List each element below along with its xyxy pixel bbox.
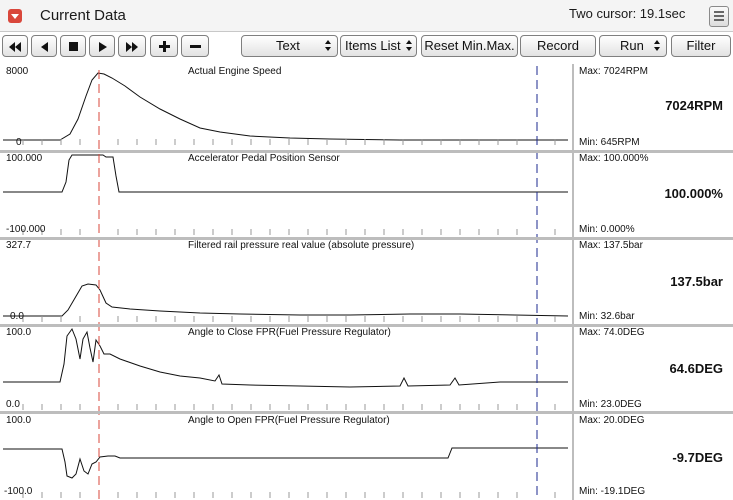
title-bar: Current Data Two cursor: 19.1sec — [0, 0, 733, 32]
max-value-label: Max: 100.000% — [579, 153, 649, 164]
min-value-label: Min: 645RPM — [579, 137, 640, 148]
stop-button[interactable] — [60, 35, 86, 57]
max-value-label: Max: 74.0DEG — [579, 327, 645, 338]
step-back-button[interactable] — [31, 35, 57, 57]
value-panel-divider — [572, 64, 574, 500]
y-axis-max-label: 327.7 — [6, 240, 32, 251]
y-axis-min-label: -100.0 — [4, 486, 33, 497]
min-value-label: Min: 0.000% — [579, 224, 635, 235]
min-value-label: Min: -19.1DEG — [579, 486, 646, 497]
fast-forward-button[interactable] — [118, 35, 146, 57]
text-dropdown-label: Text — [276, 38, 300, 53]
record-label: Record — [537, 38, 579, 53]
max-value-label: Max: 20.0DEG — [579, 415, 645, 426]
y-axis-max-label: 100.0 — [6, 327, 32, 338]
y-axis-min-label: 0.0 — [10, 311, 24, 322]
max-value-label: Max: 7024RPM — [579, 66, 648, 77]
items-list-dropdown[interactable]: Items List — [340, 35, 417, 57]
graph-divider — [0, 411, 733, 414]
zoom-in-button[interactable] — [150, 35, 178, 57]
graph-title: Angle to Close FPR(Fuel Pressure Regulat… — [188, 327, 391, 338]
minus-icon — [190, 45, 201, 48]
items-list-label: Items List — [345, 38, 401, 53]
y-axis-max-label: 8000 — [6, 66, 29, 77]
graph-title: Accelerator Pedal Position Sensor — [188, 153, 340, 164]
text-dropdown[interactable]: Text — [241, 35, 338, 57]
updown-icon — [654, 40, 660, 52]
menu-icon[interactable] — [709, 6, 729, 27]
graph-1-trace-group — [3, 72, 568, 141]
graph-3-trace-group — [3, 283, 569, 317]
current-data-window: Current Data Two cursor: 19.1sec Text It… — [0, 0, 733, 500]
y-axis-max-label: 100.000 — [6, 153, 43, 164]
min-value-label: Min: 32.6bar — [579, 311, 635, 322]
y-axis-min-label: 0.0 — [6, 399, 20, 410]
graph-title: Filtered rail pressure real value (absol… — [188, 240, 415, 251]
updown-icon — [325, 40, 331, 52]
x-axis-ticks — [22, 139, 556, 498]
y-axis-min-label: 0 — [16, 137, 22, 148]
filter-label: Filter — [686, 38, 716, 53]
play-button[interactable] — [89, 35, 115, 57]
updown-icon — [406, 40, 412, 52]
stop-icon — [69, 42, 78, 51]
current-value: 100.000% — [664, 186, 723, 201]
run-label: Run — [620, 38, 644, 53]
plus-icon — [159, 41, 170, 52]
run-dropdown[interactable]: Run — [599, 35, 667, 57]
current-value: 137.5bar — [670, 274, 723, 289]
toolbar: Text Items List Reset Min.Max. Record Ru… — [0, 32, 733, 62]
dropdown-icon[interactable] — [8, 9, 22, 23]
y-axis-max-label: 100.0 — [6, 415, 32, 426]
max-value-label: Max: 137.5bar — [579, 240, 643, 251]
play-icon — [99, 42, 107, 52]
min-value-label: Min: 23.0DEG — [579, 399, 642, 410]
rewind-icon — [9, 42, 21, 52]
rail-pressure-trace — [3, 283, 569, 317]
cursor-time-readout: Two cursor: 19.1sec — [569, 6, 686, 21]
current-value: 7024RPM — [665, 98, 723, 113]
fast-forward-icon — [126, 42, 138, 52]
graph-title: Angle to Open FPR(Fuel Pressure Regulato… — [188, 415, 390, 426]
step-back-icon — [41, 42, 48, 52]
record-button[interactable]: Record — [520, 35, 596, 57]
reset-min-max-label: Reset Min.Max. — [424, 38, 515, 53]
engine-speed-trace — [3, 72, 568, 141]
zoom-out-button[interactable] — [181, 35, 209, 57]
graph-area[interactable] — [0, 64, 733, 500]
y-axis-min-label: -100.000 — [6, 224, 46, 235]
rewind-button[interactable] — [2, 35, 28, 57]
window-title: Current Data — [40, 7, 126, 24]
reset-min-max-button[interactable]: Reset Min.Max. — [421, 35, 518, 57]
current-value: 64.6DEG — [669, 361, 723, 376]
current-value: -9.7DEG — [672, 450, 723, 465]
graph-5-trace-group — [3, 447, 568, 479]
graph-title: Actual Engine Speed — [188, 66, 282, 77]
angle-open-fpr-trace — [3, 447, 568, 479]
filter-button[interactable]: Filter — [671, 35, 731, 57]
